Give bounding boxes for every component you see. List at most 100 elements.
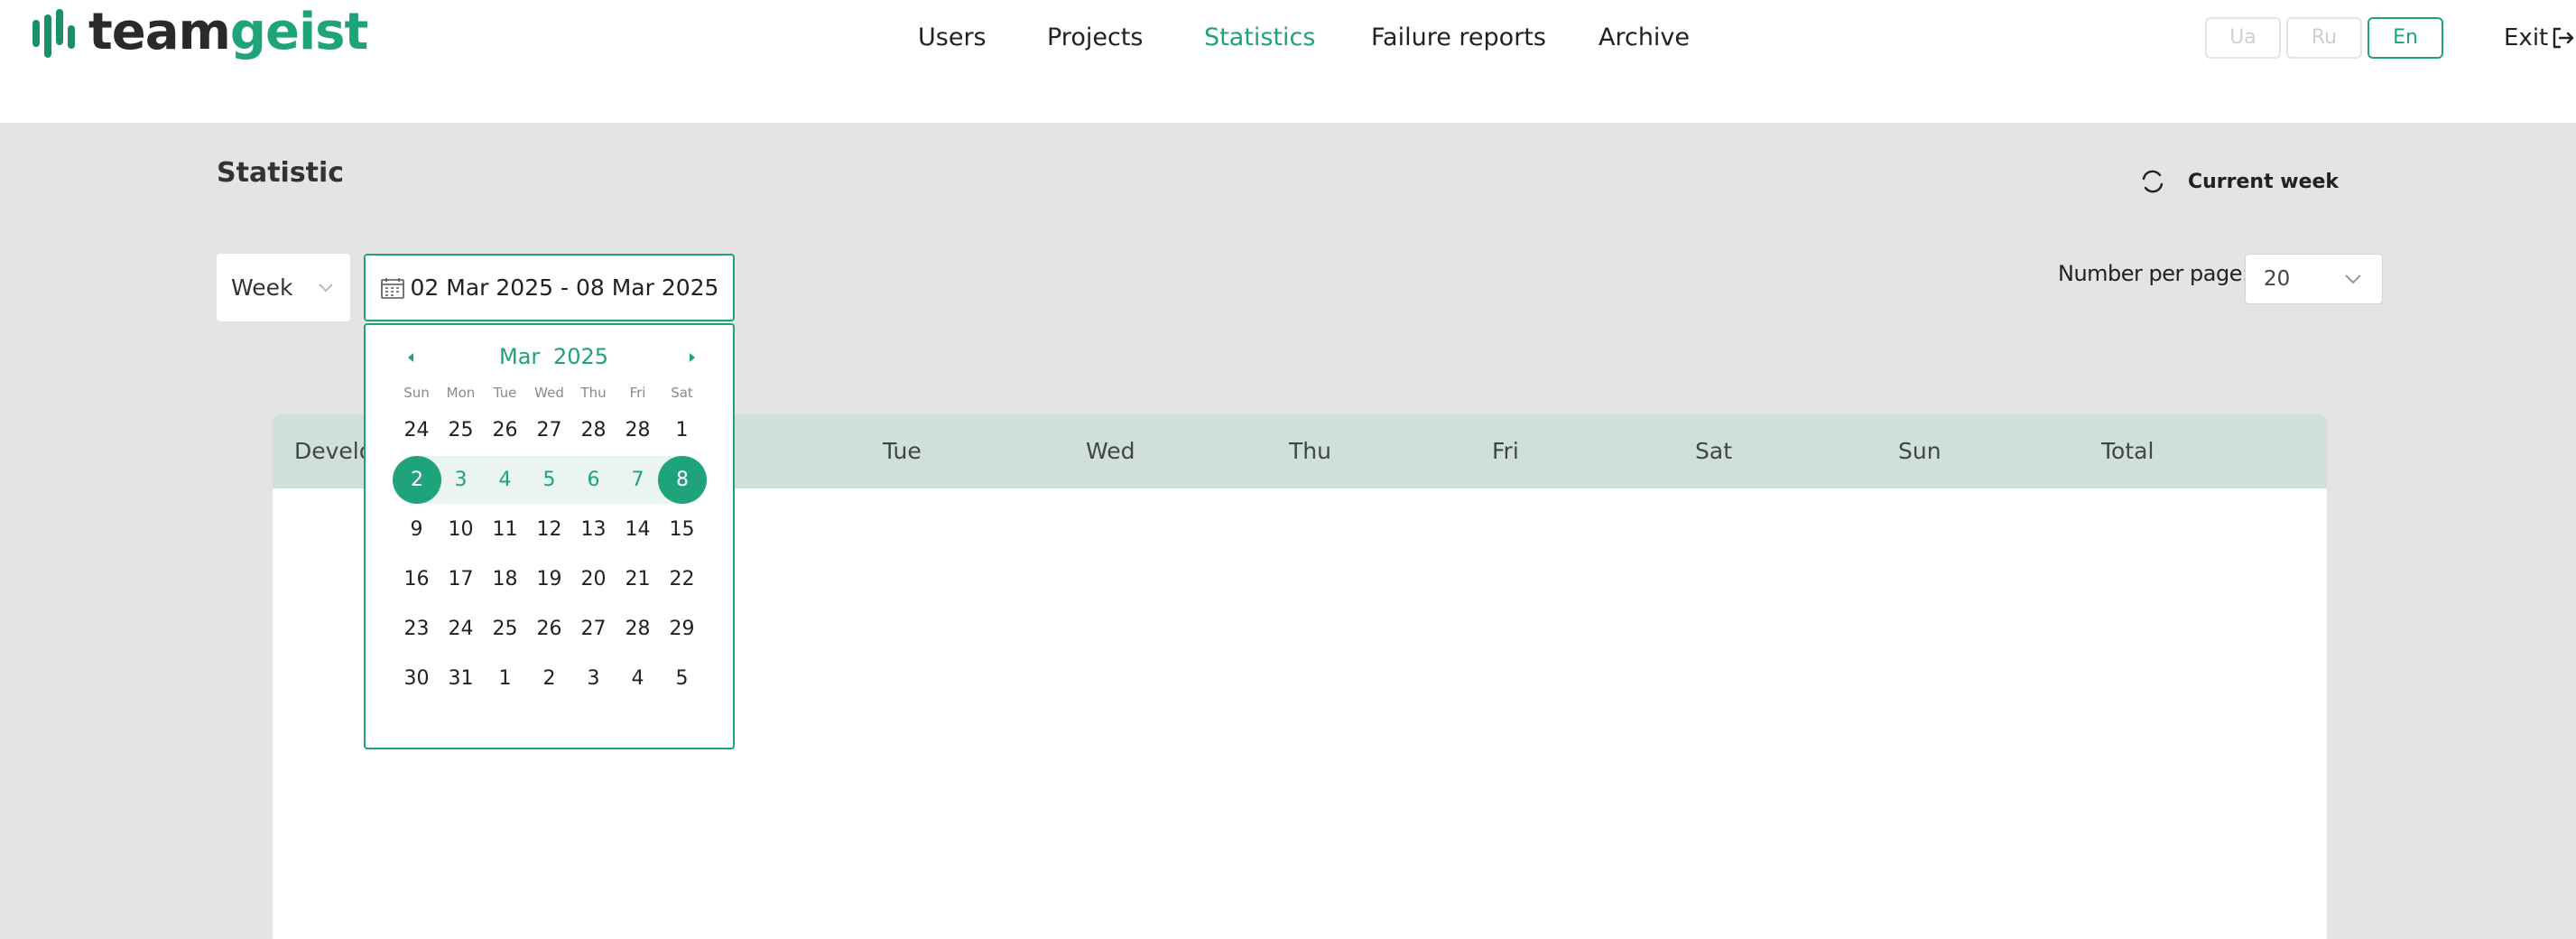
refresh-icon bbox=[2142, 170, 2164, 193]
calendar-week-row: 23 24 25 26 27 28 29 bbox=[366, 605, 733, 653]
calendar-day[interactable]: 24 bbox=[439, 605, 483, 653]
caret-left-icon bbox=[408, 353, 413, 362]
calendar-popup: Mar 2025 Sun Mon Tue Wed Thu Fri Sat 24 2… bbox=[364, 323, 735, 749]
calendar-day[interactable]: 17 bbox=[439, 555, 483, 603]
period-select[interactable]: Week bbox=[217, 254, 350, 321]
column-header-thu: Thu bbox=[1289, 438, 1331, 464]
lang-en-button[interactable]: En bbox=[2368, 17, 2443, 59]
nav-users[interactable]: Users bbox=[918, 20, 987, 56]
nav-projects[interactable]: Projects bbox=[1047, 20, 1143, 56]
calendar-day[interactable]: 27 bbox=[527, 406, 571, 454]
calendar-day[interactable]: 11 bbox=[483, 506, 527, 553]
logo-bars-icon bbox=[32, 7, 76, 58]
column-header-sun: Sun bbox=[1898, 438, 1941, 464]
calendar-week-row: 9 10 11 12 13 14 15 bbox=[366, 506, 733, 553]
calendar-day[interactable]: 28 bbox=[616, 605, 660, 653]
calendar-day[interactable]: 1 bbox=[483, 655, 527, 702]
calendar-day[interactable]: 14 bbox=[616, 506, 660, 553]
calendar-day[interactable]: 28 bbox=[571, 406, 616, 454]
weekday-wed: Wed bbox=[534, 385, 564, 401]
calendar-day[interactable]: 18 bbox=[483, 555, 527, 603]
weekday-sat: Sat bbox=[671, 385, 693, 401]
column-header-fri: Fri bbox=[1492, 438, 1519, 464]
calendar-day[interactable]: 25 bbox=[483, 605, 527, 653]
weekday-thu: Thu bbox=[580, 385, 607, 401]
column-header-sat: Sat bbox=[1695, 438, 1732, 464]
exit-label: Exit bbox=[2504, 24, 2549, 51]
calendar-day-in-range[interactable]: 4 bbox=[483, 456, 527, 504]
nav-archive[interactable]: Archive bbox=[1598, 20, 1690, 56]
calendar-year[interactable]: 2025 bbox=[553, 341, 608, 372]
calendar-month[interactable]: Mar bbox=[499, 341, 540, 372]
calendar-day[interactable]: 24 bbox=[394, 406, 439, 454]
calendar-day-in-range[interactable]: 5 bbox=[527, 456, 571, 504]
calendar-day[interactable]: 1 bbox=[660, 406, 704, 454]
caret-right-icon bbox=[690, 353, 695, 362]
weekday-sun: Sun bbox=[403, 385, 430, 401]
calendar-day[interactable]: 9 bbox=[394, 506, 439, 553]
exit-button[interactable]: Exit bbox=[2504, 20, 2575, 56]
calendar-day[interactable]: 12 bbox=[527, 506, 571, 553]
calendar-icon bbox=[380, 277, 404, 299]
period-select-value: Week bbox=[231, 274, 293, 301]
logout-icon bbox=[2553, 27, 2574, 49]
calendar-day[interactable]: 19 bbox=[527, 555, 571, 603]
calendar-day-range-start[interactable]: 2 bbox=[393, 456, 441, 504]
calendar-day[interactable]: 5 bbox=[660, 655, 704, 702]
lang-ru-button[interactable]: Ru bbox=[2286, 17, 2362, 59]
calendar-day-range-end[interactable]: 8 bbox=[658, 456, 707, 504]
number-per-page-label: Number per page: bbox=[2058, 261, 2249, 286]
weekday-tue: Tue bbox=[493, 385, 517, 401]
calendar-day[interactable]: 4 bbox=[616, 655, 660, 702]
calendar-day[interactable]: 25 bbox=[439, 406, 483, 454]
calendar-day[interactable]: 31 bbox=[439, 655, 483, 702]
next-month-button[interactable] bbox=[681, 343, 703, 372]
nav-statistics[interactable]: Statistics bbox=[1204, 20, 1315, 56]
weekday-mon: Mon bbox=[446, 385, 476, 401]
calendar-day[interactable]: 15 bbox=[660, 506, 704, 553]
calendar-day[interactable]: 28 bbox=[616, 406, 660, 454]
calendar-day[interactable]: 27 bbox=[571, 605, 616, 653]
top-header: teamgeist Users Projects Statistics Fail… bbox=[0, 0, 2576, 123]
calendar-day[interactable]: 10 bbox=[439, 506, 483, 553]
chevron-down-icon bbox=[319, 283, 333, 292]
calendar-day-in-range[interactable]: 7 bbox=[616, 456, 660, 504]
calendar-day[interactable]: 13 bbox=[571, 506, 616, 553]
date-range-value: 02 Mar 2025 - 08 Mar 2025 bbox=[410, 274, 719, 301]
prev-month-button[interactable] bbox=[400, 343, 422, 372]
chevron-down-icon bbox=[2345, 274, 2361, 284]
calendar-day[interactable]: 21 bbox=[616, 555, 660, 603]
weekday-fri: Fri bbox=[629, 385, 646, 401]
calendar-week-row: 16 17 18 19 20 21 22 bbox=[366, 555, 733, 603]
teamgeist-logo[interactable]: teamgeist bbox=[32, 3, 368, 61]
logo-wordmark: teamgeist bbox=[88, 3, 368, 61]
calendar-day[interactable]: 2 bbox=[527, 655, 571, 702]
calendar-day[interactable]: 26 bbox=[483, 406, 527, 454]
lang-ua-button[interactable]: Ua bbox=[2205, 17, 2281, 59]
calendar-day-in-range[interactable]: 3 bbox=[439, 456, 483, 504]
column-header-total: Total bbox=[2101, 438, 2154, 464]
nav-failure-reports[interactable]: Failure reports bbox=[1371, 20, 1546, 56]
calendar-week-row: 24 25 26 27 28 28 1 bbox=[366, 406, 733, 454]
calendar-day-in-range[interactable]: 6 bbox=[571, 456, 616, 504]
calendar-day[interactable]: 20 bbox=[571, 555, 616, 603]
number-per-page-value: 20 bbox=[2264, 267, 2291, 291]
column-header-developer: Develo bbox=[294, 438, 374, 464]
calendar-day[interactable]: 3 bbox=[571, 655, 616, 702]
column-header-tue: Tue bbox=[883, 438, 922, 464]
calendar-day[interactable]: 30 bbox=[394, 655, 439, 702]
calendar-week-row: 30 31 1 2 3 4 5 bbox=[366, 655, 733, 702]
current-week-button[interactable]: Current week bbox=[2139, 168, 2339, 195]
calendar-day[interactable]: 16 bbox=[394, 555, 439, 603]
page-title: Statistic bbox=[217, 157, 345, 189]
calendar-week-row: 2345678 bbox=[366, 456, 733, 504]
current-week-label: Current week bbox=[2188, 170, 2340, 193]
column-header-wed: Wed bbox=[1086, 438, 1135, 464]
calendar-day[interactable]: 23 bbox=[394, 605, 439, 653]
calendar-day-number: 2 bbox=[393, 456, 441, 504]
calendar-day[interactable]: 26 bbox=[527, 605, 571, 653]
calendar-day[interactable]: 29 bbox=[660, 605, 704, 653]
number-per-page-select[interactable]: 20 bbox=[2245, 254, 2383, 304]
date-range-picker[interactable]: 02 Mar 2025 - 08 Mar 2025 bbox=[364, 254, 735, 321]
calendar-day[interactable]: 22 bbox=[660, 555, 704, 603]
